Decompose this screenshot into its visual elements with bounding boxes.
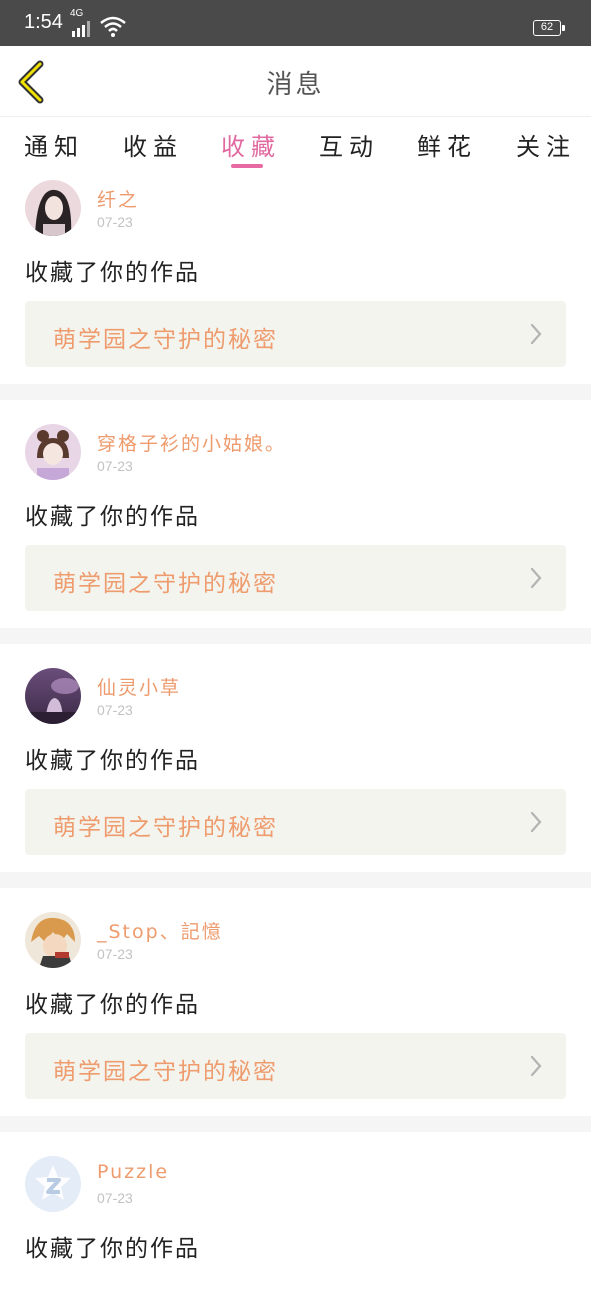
username[interactable]: 纤之 (97, 185, 139, 212)
active-tab-indicator (231, 164, 263, 168)
username[interactable]: 穿格子衫的小姑娘。 (97, 429, 286, 456)
notification-card: _Stop、記憶 07-23 收藏了你的作品 萌学园之守护的秘密 (0, 888, 591, 1116)
chevron-right-icon (530, 567, 542, 589)
status-time: 1:54 (24, 11, 63, 33)
divider (0, 872, 591, 888)
action-text: 收藏了你的作品 (25, 748, 200, 774)
tab-earnings[interactable]: 收益 (123, 127, 183, 162)
tab-flowers[interactable]: 鲜花 (417, 127, 477, 162)
work-link[interactable]: 萌学园之守护的秘密 (25, 1033, 566, 1099)
tab-favorites[interactable]: 收藏 (221, 127, 281, 162)
work-link[interactable]: 萌学园之守护的秘密 (25, 301, 566, 367)
chevron-right-icon (530, 1055, 542, 1077)
action-text: 收藏了你的作品 (25, 504, 200, 530)
username[interactable]: _Stop、記憶 (97, 917, 223, 944)
action-text: 收藏了你的作品 (25, 992, 200, 1018)
date: 07-23 (97, 1190, 133, 1206)
tab-notifications[interactable]: 通知 (24, 127, 84, 162)
date: 07-23 (97, 214, 133, 230)
work-title: 萌学园之守护的秘密 (53, 571, 278, 597)
page-title: 消息 (266, 70, 325, 100)
wifi-icon (100, 16, 126, 37)
divider (0, 384, 591, 400)
tab-interactions[interactable]: 互动 (319, 127, 379, 162)
action-text: 收藏了你的作品 (25, 260, 200, 286)
divider (0, 628, 591, 644)
status-bar: 1:54 4G 62 (0, 0, 591, 46)
divider (0, 1116, 591, 1132)
notification-list: 纤之 07-23 收藏了你的作品 萌学园之守护的秘密 穿格子衫的小姑娘。 07-… (0, 173, 591, 1292)
work-title: 萌学园之守护的秘密 (53, 327, 278, 353)
username[interactable]: Puzzle (97, 1161, 169, 1183)
notification-card: 纤之 07-23 收藏了你的作品 萌学园之守护的秘密 (0, 173, 591, 384)
avatar[interactable] (25, 1156, 81, 1212)
chevron-right-icon (530, 323, 542, 345)
avatar[interactable] (25, 424, 81, 480)
work-title: 萌学园之守护的秘密 (53, 1059, 278, 1085)
date: 07-23 (97, 946, 133, 962)
tab-bar: 通知 收益 收藏 互动 鲜花 关注 (0, 117, 591, 173)
date: 07-23 (97, 702, 133, 718)
battery-level: 62 (540, 21, 554, 33)
avatar[interactable] (25, 180, 81, 236)
battery-icon: 62 (533, 20, 565, 36)
action-text: 收藏了你的作品 (25, 1236, 200, 1262)
network-type: 4G (70, 8, 84, 19)
notification-card: 仙灵小草 07-23 收藏了你的作品 萌学园之守护的秘密 (0, 644, 591, 872)
work-title: 萌学园之守护的秘密 (53, 815, 278, 841)
work-link[interactable]: 萌学园之守护的秘密 (25, 545, 566, 611)
notification-card: 穿格子衫的小姑娘。 07-23 收藏了你的作品 萌学园之守护的秘密 (0, 400, 591, 628)
notification-card: Puzzle 07-23 收藏了你的作品 (0, 1132, 591, 1292)
avatar[interactable] (25, 912, 81, 968)
avatar[interactable] (25, 668, 81, 724)
tab-following[interactable]: 关注 (516, 127, 576, 162)
date: 07-23 (97, 458, 133, 474)
top-bar: 消息 (0, 46, 591, 117)
username[interactable]: 仙灵小草 (97, 673, 181, 700)
chevron-right-icon (530, 811, 542, 833)
signal-icon (72, 21, 90, 37)
work-link[interactable]: 萌学园之守护的秘密 (25, 789, 566, 855)
